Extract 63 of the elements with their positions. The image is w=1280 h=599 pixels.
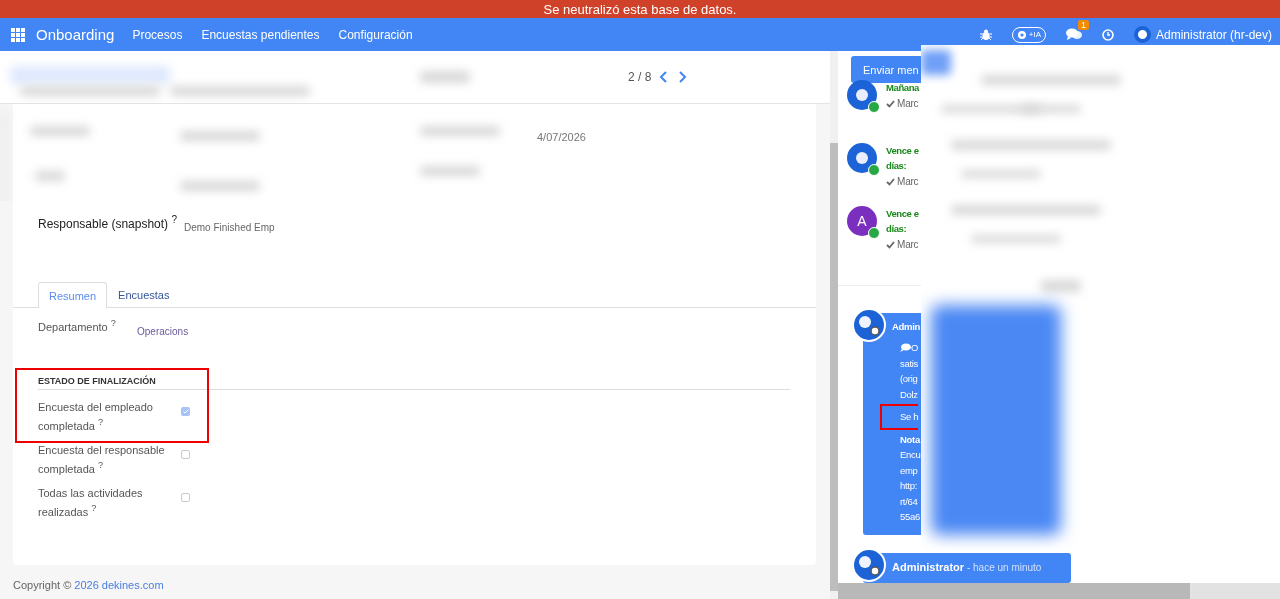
- horizontal-scrollbar[interactable]: [838, 583, 1190, 599]
- field-label: Todas las actividades realizadas $^{?}$: [38, 486, 144, 519]
- activity-title: Vence e: [886, 144, 919, 158]
- user-name[interactable]: Administrator (hr-dev): [1155, 27, 1272, 42]
- activity-title: Vence e: [886, 207, 919, 221]
- checkbox[interactable]: [181, 407, 190, 416]
- message-author: Administrator: [892, 560, 965, 573]
- mark-done-link[interactable]: Marc: [886, 239, 919, 250]
- avatar: [847, 143, 881, 177]
- field-label: Departamento $^{?}$: [38, 318, 117, 335]
- previous-icon[interactable]: [659, 71, 670, 83]
- menu-item[interactable]: Procesos: [132, 27, 183, 42]
- tab[interactable]: Encuestas: [107, 282, 181, 307]
- checkbox[interactable]: [181, 493, 190, 502]
- check-icon: [886, 240, 895, 249]
- field-label: Responsable (snapshot) $^{?}$: [38, 213, 178, 233]
- pager-counter: 2 / 8: [628, 70, 652, 84]
- apps-menu-icon[interactable]: [11, 27, 25, 42]
- menu-item[interactable]: Configuración: [338, 27, 413, 42]
- message-text: rt/64: [900, 494, 918, 509]
- activity-title: días:: [886, 159, 907, 173]
- ring-icon: [1016, 29, 1027, 40]
- footer-link[interactable]: 2026 dekines.com: [74, 579, 164, 591]
- message-text: http:: [900, 479, 917, 493]
- activity-title: días:: [886, 222, 907, 236]
- neutralized-banner: Se neutralizó esta base de datos.: [0, 0, 1280, 18]
- date-value: 4/07/2026: [537, 131, 587, 143]
- user-avatar[interactable]: [1133, 26, 1151, 43]
- message-text: Encu: [900, 448, 921, 462]
- field-label: Encuesta del responsable completada $^{?}$: [38, 443, 166, 476]
- comment-icon: [900, 343, 911, 353]
- scrollbar-thumb[interactable]: [830, 143, 838, 591]
- send-message-button[interactable]: Enviar men: [851, 56, 921, 83]
- check-icon: [886, 177, 895, 186]
- message-author: Admin: [892, 321, 921, 332]
- avatar: [847, 80, 881, 114]
- message-text: satis: [900, 356, 919, 371]
- message-text: emp: [900, 463, 918, 478]
- tab[interactable]: Resumen: [38, 282, 108, 308]
- bug-icon[interactable]: [979, 28, 992, 41]
- menu-item[interactable]: Encuestas pendientes: [201, 27, 320, 42]
- field-value: Demo Finished Emp: [184, 221, 275, 235]
- message-text: Se h: [880, 404, 919, 430]
- message-count-badge: 1: [1077, 20, 1089, 30]
- message-text: Nota: [900, 432, 920, 447]
- check-icon: [886, 99, 895, 108]
- section-title: ESTADO DE FINALIZACIÓN: [38, 376, 157, 386]
- message-time: - hace un minuto: [965, 561, 1042, 573]
- field-label: Encuesta del empleado completada $^{?}$: [38, 400, 154, 433]
- mark-done-link[interactable]: Marc: [886, 176, 919, 187]
- clock-icon[interactable]: [1101, 28, 1114, 41]
- activity-title: Mañana: [886, 81, 919, 95]
- message-text: O: [900, 340, 919, 356]
- checkbox[interactable]: [181, 450, 190, 459]
- app-name[interactable]: Onboarding: [36, 26, 115, 43]
- message-text: 55a6: [900, 510, 920, 524]
- copyright-text: Copyright © 2026 dekines.com: [12, 578, 165, 591]
- message-text: Dolz: [900, 387, 918, 402]
- field-value[interactable]: Operacions: [137, 318, 189, 362]
- chat-icon[interactable]: [1065, 28, 1082, 41]
- next-icon[interactable]: [677, 71, 688, 83]
- message-text: (orig: [900, 372, 918, 386]
- mark-done-link[interactable]: Marc: [886, 98, 919, 109]
